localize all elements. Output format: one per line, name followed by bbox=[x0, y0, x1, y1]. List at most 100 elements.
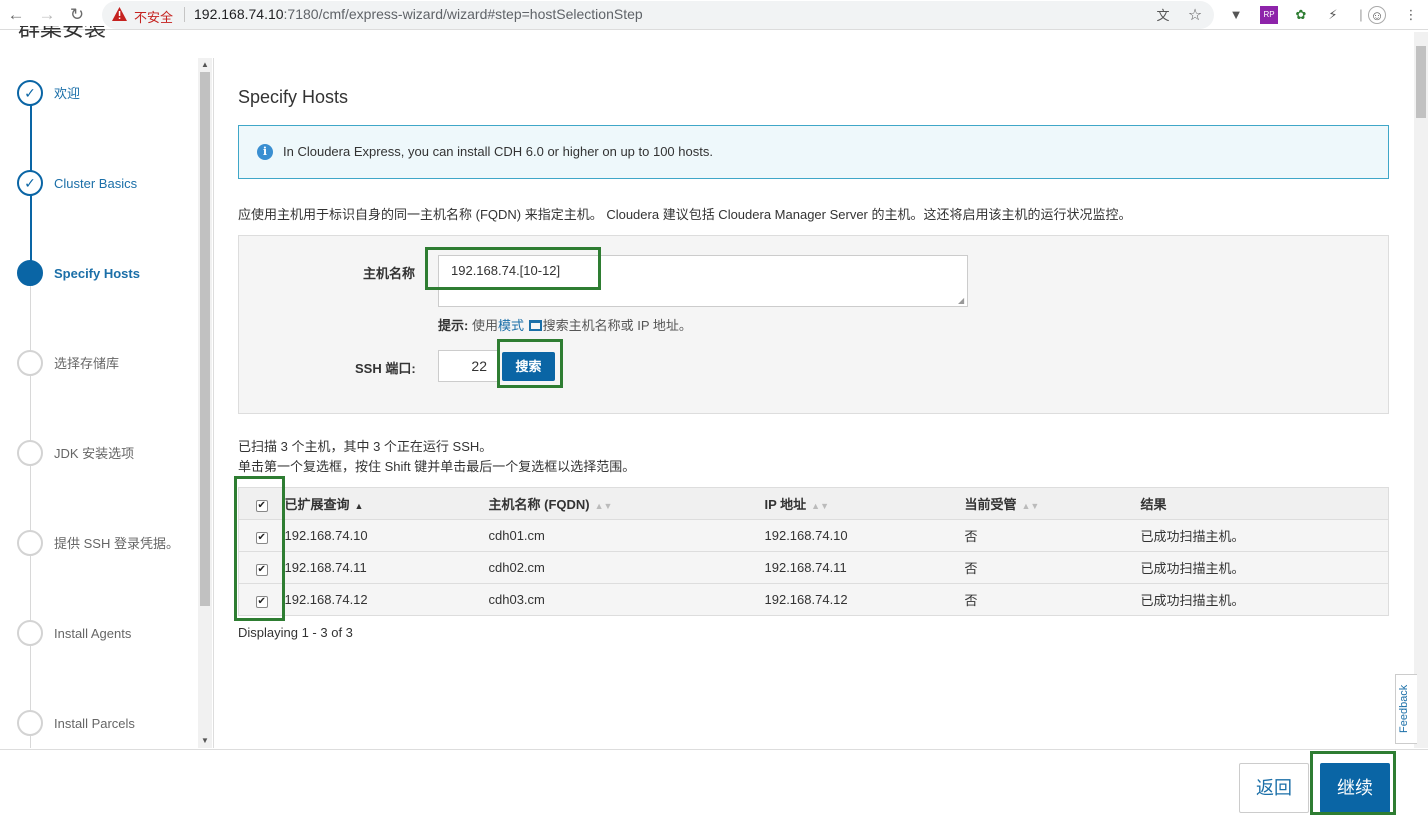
hint-prefix: 提示: bbox=[438, 318, 469, 333]
browser-toolbar: ← → ↻ 不安全 192.168.74.10:7180/cmf/express… bbox=[0, 0, 1428, 30]
sort-asc-icon: ▲ bbox=[354, 501, 364, 511]
hint-rest: 搜索主机名称或 IP 地址。 bbox=[542, 318, 692, 333]
back-button[interactable]: 返回 bbox=[1239, 763, 1309, 813]
pending-dot-icon bbox=[17, 350, 43, 376]
cell-ip: 192.168.74.10 bbox=[764, 519, 965, 552]
active-dot-icon bbox=[17, 260, 43, 286]
hostname-label: 主机名称 bbox=[363, 266, 416, 281]
cell-result: 已成功扫描主机。 bbox=[1140, 519, 1389, 552]
step-cluster-basics[interactable]: ✓ Cluster Basics bbox=[17, 170, 187, 210]
step-jdk-options[interactable]: JDK 安装选项 bbox=[17, 440, 187, 480]
pending-dot-icon bbox=[17, 530, 43, 556]
hosts-table: ✔ 已扩展查询 ▲ 主机名称 (FQDN) ▲▼ IP 地址 ▲▼ 当前受管 ▲▼ 结果… bbox=[238, 487, 1389, 616]
warning-icon bbox=[112, 7, 127, 21]
step-label: JDK 安装选项 bbox=[54, 446, 135, 461]
row-checkbox[interactable]: ✔ bbox=[255, 595, 268, 608]
step-ssh-credentials[interactable]: 提供 SSH 登录凭据。 bbox=[17, 530, 187, 570]
row-select-cell[interactable]: ✔ bbox=[238, 551, 285, 584]
url-text[interactable]: 192.168.74.10:7180/cmf/express-wizard/wi… bbox=[194, 6, 643, 22]
cell-managed: 否 bbox=[964, 519, 1141, 552]
cell-ip: 192.168.74.11 bbox=[764, 551, 965, 584]
step-label: Specify Hosts bbox=[54, 266, 140, 281]
sort-icon: ▲▼ bbox=[1021, 501, 1040, 511]
table-header-row: ✔ 已扩展查询 ▲ 主机名称 (FQDN) ▲▼ IP 地址 ▲▼ 当前受管 ▲▼ 结果 bbox=[238, 487, 1389, 520]
cell-query: 192.168.74.10 bbox=[284, 519, 489, 552]
sidebar-scroll-thumb[interactable] bbox=[200, 72, 210, 606]
url-divider bbox=[184, 7, 185, 22]
col-label: 主机名称 (FQDN) bbox=[488, 497, 590, 512]
col-label: IP 地址 bbox=[764, 497, 807, 512]
forward-arrow-icon[interactable]: → bbox=[36, 4, 58, 26]
select-all-checkbox[interactable]: ✔ bbox=[255, 499, 268, 512]
info-text: In Cloudera Express, you can install CDH… bbox=[283, 144, 713, 159]
extension-rp-icon[interactable]: RP bbox=[1260, 6, 1278, 24]
page-scroll-thumb[interactable] bbox=[1416, 46, 1426, 118]
row-checkbox[interactable]: ✔ bbox=[255, 531, 268, 544]
cell-result: 已成功扫描主机。 bbox=[1140, 551, 1389, 584]
scroll-down-icon[interactable]: ▼ bbox=[199, 736, 211, 746]
row-select-cell[interactable]: ✔ bbox=[238, 519, 285, 552]
step-specify-hosts[interactable]: Specify Hosts bbox=[17, 260, 187, 300]
wizard-footer: 返回 继续 bbox=[0, 749, 1428, 822]
step-label: 选择存储库 bbox=[54, 356, 120, 371]
extension-chart-icon[interactable]: ⚡ bbox=[1324, 6, 1342, 24]
scroll-up-icon[interactable]: ▲ bbox=[199, 60, 211, 70]
reload-icon[interactable]: ↻ bbox=[66, 4, 88, 26]
selection-tip: 单击第一个复选框，按住 Shift 键并单击最后一个复选框以选择范围。 bbox=[238, 459, 636, 474]
translate-icon[interactable]: 文 bbox=[1154, 7, 1172, 25]
table-row: ✔ 192.168.74.10 cdh01.cm 192.168.74.10 否… bbox=[238, 519, 1389, 552]
col-ip[interactable]: IP 地址 ▲▼ bbox=[764, 487, 965, 520]
step-label: Install Agents bbox=[54, 626, 132, 641]
search-button[interactable]: 搜索 bbox=[502, 352, 555, 381]
check-icon: ✓ bbox=[17, 170, 43, 196]
pending-dot-icon bbox=[17, 710, 43, 736]
pagination-info: Displaying 1 - 3 of 3 bbox=[238, 625, 353, 640]
ssh-port-label: SSH 端口: bbox=[355, 361, 416, 376]
hostname-input[interactable] bbox=[438, 255, 968, 307]
row-checkbox[interactable]: ✔ bbox=[255, 563, 268, 576]
step-label: Install Parcels bbox=[54, 716, 135, 731]
cell-fqdn: cdh03.cm bbox=[488, 583, 765, 616]
pattern-link[interactable]: 模式 bbox=[498, 318, 524, 333]
cell-fqdn: cdh01.cm bbox=[488, 519, 765, 552]
cell-managed: 否 bbox=[964, 583, 1141, 616]
scan-summary: 已扫描 3 个主机，其中 3 个正在运行 SSH。 bbox=[238, 439, 493, 454]
insecure-label: 不安全 bbox=[134, 10, 174, 25]
ssh-port-input[interactable]: 22 bbox=[438, 350, 498, 382]
step-install-agents[interactable]: Install Agents bbox=[17, 620, 187, 660]
back-arrow-icon[interactable]: ← bbox=[5, 4, 27, 26]
pending-dot-icon bbox=[17, 440, 43, 466]
select-all-cell[interactable]: ✔ bbox=[238, 487, 285, 520]
extension-leaf-icon[interactable]: ✿ bbox=[1292, 6, 1310, 24]
hostname-hint: 提示: 使用模式 搜索主机名称或 IP 地址。 bbox=[438, 315, 692, 334]
col-label: 已扩展查询 bbox=[284, 497, 350, 512]
feedback-tab[interactable]: Feedback bbox=[1395, 674, 1417, 744]
col-expanded-query[interactable]: 已扩展查询 ▲ bbox=[284, 487, 489, 520]
resize-grip-icon[interactable]: ◢ bbox=[958, 297, 966, 305]
step-welcome[interactable]: ✓ 欢迎 bbox=[17, 80, 187, 120]
step-select-repository[interactable]: 选择存储库 bbox=[17, 350, 187, 390]
continue-button[interactable]: 继续 bbox=[1320, 763, 1390, 813]
menu-kebab-icon[interactable]: ⋮ bbox=[1402, 6, 1420, 24]
address-bar[interactable]: 不安全 192.168.74.10:7180/cmf/express-wizar… bbox=[102, 1, 1214, 29]
col-fqdn[interactable]: 主机名称 (FQDN) ▲▼ bbox=[488, 487, 765, 520]
feedback-label: Feedback bbox=[1398, 684, 1410, 733]
extension-funnel-icon[interactable]: ▼ bbox=[1227, 6, 1245, 24]
page-scrollbar[interactable] bbox=[1414, 32, 1428, 748]
bookmark-star-icon[interactable]: ☆ bbox=[1186, 7, 1204, 25]
step-label: 提供 SSH 登录凭据。 bbox=[54, 536, 179, 551]
main-content: Specify Hosts i In Cloudera Express, you… bbox=[214, 58, 1414, 748]
profile-avatar-icon[interactable]: ☺ bbox=[1368, 6, 1386, 24]
info-icon: i bbox=[257, 144, 273, 160]
host-search-panel: 主机名称 ◢ 提示: 使用模式 搜索主机名称或 IP 地址。 SSH 端口: 2… bbox=[238, 235, 1389, 414]
col-result: 结果 bbox=[1140, 487, 1389, 520]
wizard-steps-sidebar: ✓ 欢迎 ✓ Cluster Basics Specify Hosts 选择存储… bbox=[0, 58, 214, 748]
row-select-cell[interactable]: ✔ bbox=[238, 583, 285, 616]
url-host: 192.168.74.10 bbox=[194, 6, 284, 22]
step-install-parcels[interactable]: Install Parcels bbox=[17, 710, 187, 750]
cell-result: 已成功扫描主机。 bbox=[1140, 583, 1389, 616]
col-managed[interactable]: 当前受管 ▲▼ bbox=[964, 487, 1141, 520]
url-path: :7180/cmf/express-wizard/wizard#step=hos… bbox=[283, 6, 643, 22]
check-icon: ✓ bbox=[17, 80, 43, 106]
hint-use: 使用 bbox=[471, 318, 498, 333]
